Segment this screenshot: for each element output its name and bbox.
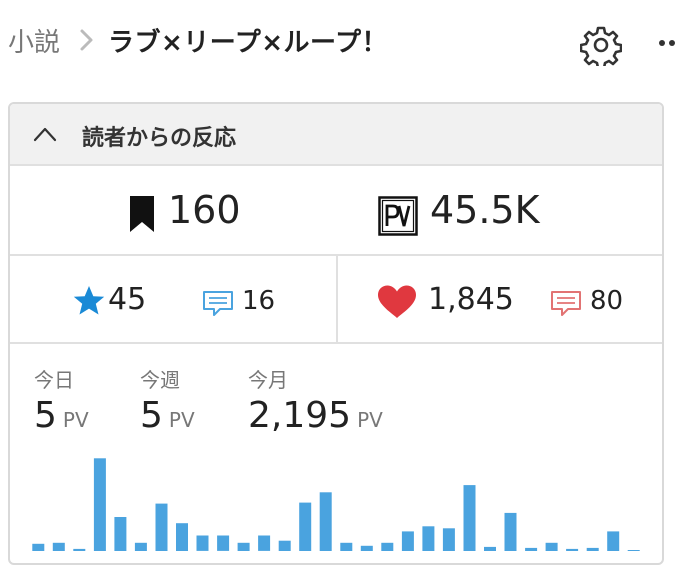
chart-bar <box>545 542 558 551</box>
chart-bar <box>196 535 209 551</box>
chart-bar <box>360 545 373 551</box>
chart-bar <box>504 512 517 551</box>
daily-pv-chart <box>32 458 640 551</box>
bookmark-count: 160 <box>168 188 241 232</box>
bookmark-icon <box>130 196 154 232</box>
chart-bar <box>463 485 476 551</box>
reactions-title: 読者からの反応 <box>82 126 237 151</box>
chart-bar <box>73 548 86 551</box>
chart-bar <box>32 543 45 551</box>
gear-icon[interactable] <box>580 24 622 66</box>
page-title: ラブ×リープ×ループ！ <box>108 28 388 58</box>
stat-month: 今月 2,195 PV <box>248 364 383 436</box>
chart-bar <box>401 531 414 551</box>
pv-icon <box>378 196 418 236</box>
stat-today: 今日 5 PV <box>34 364 89 436</box>
reactions-row: 45 16 1,845 80 <box>10 256 662 344</box>
pageview-total: 45.5K <box>430 188 540 232</box>
chart-bar <box>484 546 496 551</box>
chart-bar <box>299 502 312 551</box>
stat-week-value: 5 <box>140 395 163 436</box>
chevron-right-icon <box>80 29 93 51</box>
stat-today-unit: PV <box>62 408 89 432</box>
more-icon[interactable] <box>654 28 677 58</box>
chart-bar <box>176 523 188 551</box>
divider <box>336 256 338 344</box>
chart-bar <box>319 492 332 551</box>
stat-week-unit: PV <box>168 408 195 432</box>
review-icon <box>203 291 233 316</box>
chart-bar <box>381 542 394 551</box>
chart-bar <box>134 542 147 551</box>
chart-bar <box>442 528 455 551</box>
chart-bar <box>278 540 291 551</box>
stat-today-value: 5 <box>34 395 57 436</box>
chart-bar <box>237 542 250 551</box>
comment-count: 80 <box>590 286 624 316</box>
chart-bar <box>114 517 127 551</box>
chart-bar <box>607 531 620 551</box>
chart-bar <box>525 547 538 551</box>
chart-bar <box>52 542 65 551</box>
pv-stats: 今日 5 PV 今週 5 PV 今月 2,195 PV <box>10 344 662 563</box>
stat-month-value: 2,195 <box>248 395 352 436</box>
chart-bar <box>93 458 106 551</box>
stat-month-unit: PV <box>357 408 383 432</box>
heart-icon <box>378 285 416 318</box>
comment-icon <box>551 291 581 316</box>
reactions-header[interactable]: 読者からの反応 <box>10 104 662 166</box>
chart-bar <box>586 547 599 551</box>
stat-today-label: 今日 <box>34 368 74 392</box>
chart-bar <box>258 535 271 551</box>
chart-bar <box>566 548 579 551</box>
chart-bar <box>155 503 168 551</box>
chart-bar <box>627 550 640 551</box>
heart-count: 1,845 <box>428 282 514 317</box>
chart-bar <box>217 535 230 551</box>
stat-week-label: 今週 <box>140 368 180 392</box>
star-count: 45 <box>108 282 147 317</box>
stat-week: 今週 5 PV <box>140 364 195 436</box>
reader-reactions-card: 読者からの反応 160 45.5K 45 16 1,845 80 今日 5 PV… <box>8 102 664 565</box>
review-count: 16 <box>242 286 276 316</box>
chart-bar <box>340 542 353 551</box>
top-bar: 小説 ラブ×リープ×ループ！ <box>0 0 677 88</box>
breadcrumb-parent[interactable]: 小説 <box>8 22 60 59</box>
chart-bar <box>422 526 435 551</box>
star-icon <box>73 286 105 315</box>
stat-month-label: 今月 <box>248 368 288 392</box>
chevron-up-icon <box>33 127 57 142</box>
totals-row: 160 45.5K <box>10 166 662 256</box>
